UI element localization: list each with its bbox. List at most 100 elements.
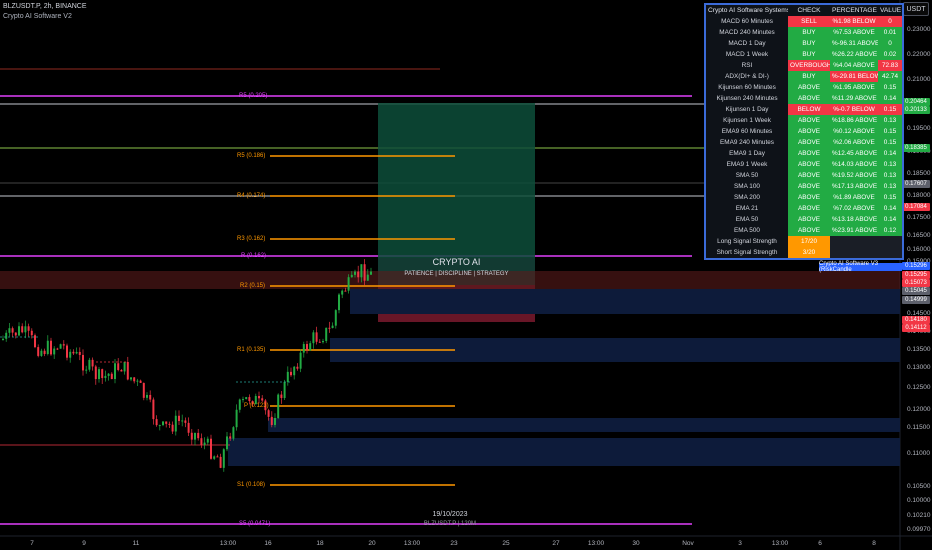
percentage-cell: %-0.7 BELOW xyxy=(830,104,878,115)
indicator-name[interactable]: Crypto AI Software V2 xyxy=(3,13,72,20)
check-cell: ABOVE xyxy=(788,115,830,126)
system-name: MACD 240 Minutes xyxy=(719,29,775,36)
percentage-cell: %23.91 ABOVE xyxy=(830,225,878,236)
short-signal-value: 3/20 xyxy=(788,247,830,258)
percentage-cell: %12.45 ABOVE xyxy=(830,148,878,159)
candle-body xyxy=(290,371,292,376)
price-badge: 0.20464 xyxy=(902,98,930,106)
candle-body xyxy=(210,438,212,459)
candle-body xyxy=(14,332,17,336)
symbol-title[interactable]: BLZUSDT.P, 2h, BINANCE xyxy=(3,3,87,10)
price-badge: 0.20133 xyxy=(902,106,930,114)
check-cell: BELOW xyxy=(788,104,830,115)
system-name: Kijunsen 240 Minutes xyxy=(716,95,778,102)
value-cell: 0.15 xyxy=(878,192,902,203)
level-label-s1: S1 (0.108) xyxy=(237,482,266,488)
time-tick: 13:00 xyxy=(771,540,789,547)
candle-body xyxy=(85,369,88,371)
candle-body xyxy=(146,394,148,398)
candle-body xyxy=(354,271,356,275)
currency-button[interactable]: USDT xyxy=(903,2,929,16)
system-name: EMA9 240 Minutes xyxy=(720,139,774,146)
price-tick: 0.11000 xyxy=(907,450,931,457)
price-badge: 0.15045 xyxy=(902,287,930,295)
system-name: MACD 1 Day xyxy=(728,40,766,47)
candle-body xyxy=(197,432,200,439)
candle-body xyxy=(325,327,328,341)
value-cell: 72.83 xyxy=(878,60,902,71)
table-row: EMA9 240 Minutes ABOVE %2.06 ABOVE 0.15 xyxy=(706,137,902,148)
candle-body xyxy=(50,340,52,355)
level-label-r1: R1 (0.135) xyxy=(237,347,266,353)
candle-body xyxy=(69,351,72,358)
price-badge: 0.18385 xyxy=(902,144,930,152)
price-badge: 0.15073 xyxy=(902,279,930,287)
blank-cell xyxy=(830,236,878,247)
system-name: RSI xyxy=(741,62,753,69)
blank-cell xyxy=(878,247,902,258)
short-signal-label: Short Signal Strength xyxy=(716,249,778,256)
time-tick: 30 xyxy=(632,540,640,547)
check-cell: BUY xyxy=(788,38,830,49)
check-cell: BUY xyxy=(788,49,830,60)
table-row: Kijunsen 240 Minutes ABOVE %11.29 ABOVE 0.1… xyxy=(706,93,902,104)
value-cell: 0.14 xyxy=(878,148,902,159)
candle-body xyxy=(181,420,184,422)
candle-body xyxy=(171,424,174,432)
price-badge: 0.17607 xyxy=(902,180,930,188)
candle-body xyxy=(344,290,347,292)
check-cell: ABOVE xyxy=(788,203,830,214)
level-label-magenta-bottom: S5 (0.0471) xyxy=(239,521,271,527)
candle-body xyxy=(366,274,369,281)
system-name: EMA9 60 Minutes xyxy=(721,128,773,135)
check-cell: ABOVE xyxy=(788,159,830,170)
candle-body xyxy=(123,361,126,372)
candle-body xyxy=(88,359,91,370)
candle-body xyxy=(190,432,193,440)
candle-body xyxy=(315,332,318,342)
percentage-cell: %2.06 ABOVE xyxy=(830,137,878,148)
candle-body xyxy=(53,348,56,355)
candle-body xyxy=(360,264,363,278)
header-value: VALUE xyxy=(880,7,902,14)
price-badge: 0.17084 xyxy=(902,203,930,211)
percentage-cell: %7.53 ABOVE xyxy=(830,27,878,38)
candle-body xyxy=(139,380,142,383)
candle-body xyxy=(78,351,81,355)
candle-body xyxy=(136,380,139,382)
price-tick: 0.23000 xyxy=(907,26,931,33)
check-cell: BUY xyxy=(788,71,830,82)
candle-body xyxy=(130,377,132,380)
candle-body xyxy=(286,371,289,382)
system-tag[interactable]: Crypto AI Software V3 (RiskCandle xyxy=(819,261,902,273)
system-name: EMA 50 xyxy=(735,216,759,223)
candle-body xyxy=(114,363,116,380)
candle-body xyxy=(72,351,75,354)
candle-body xyxy=(158,425,161,427)
time-tick: 13:00 xyxy=(403,540,421,547)
candle-body xyxy=(363,264,366,281)
candle-body xyxy=(162,421,164,426)
candle-body xyxy=(165,421,168,424)
header-percentage: PERCENTAGE xyxy=(832,7,877,14)
candle-body xyxy=(126,361,129,380)
level-label-r5: R5 (0.186) xyxy=(237,153,266,159)
check-cell: ABOVE xyxy=(788,214,830,225)
table-row: EMA9 1 Week ABOVE %14.03 ABOVE 0.13 xyxy=(706,159,902,170)
value-cell: 0.15 xyxy=(878,137,902,148)
value-cell: 0.15 xyxy=(878,82,902,93)
candle-body xyxy=(299,352,302,369)
price-tick: 0.10000 xyxy=(907,497,931,504)
candle-body xyxy=(258,396,260,399)
candle-body xyxy=(302,344,305,353)
candle-body xyxy=(277,394,280,419)
table-row: EMA 500 ABOVE %23.91 ABOVE 0.12 xyxy=(706,225,902,236)
candle-body xyxy=(56,348,59,350)
candle-body xyxy=(30,330,33,336)
candle-body xyxy=(104,375,107,379)
price-tick: 0.16000 xyxy=(907,246,931,253)
table-row: EMA9 60 Minutes ABOVE %0.12 ABOVE 0.15 xyxy=(706,126,902,137)
price-badge: 0.15296 xyxy=(902,262,930,270)
level-label-magenta-top: R5 (0.205) xyxy=(239,93,268,99)
check-cell: ABOVE xyxy=(788,225,830,236)
